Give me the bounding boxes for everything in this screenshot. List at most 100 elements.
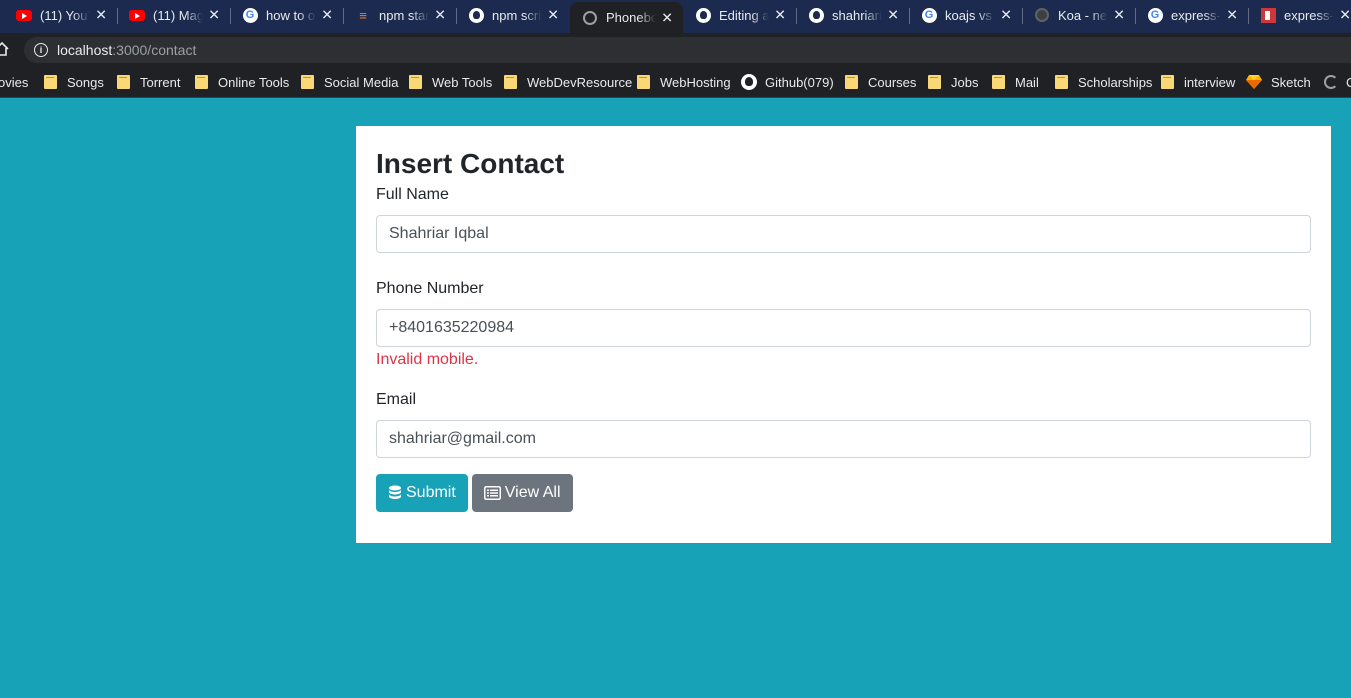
youtube-icon [129,7,145,23]
close-tab-icon[interactable]: ✕ [887,7,899,24]
bookmark-interview[interactable]: interview [1161,66,1236,97]
tab-stackoverflow[interactable]: ≡ npm start ✕ [343,0,456,30]
bookmark-label: Jobs [951,74,979,90]
tab-title: Editing a [719,7,769,23]
bookmark-web-tools[interactable]: Web Tools [409,66,493,97]
youtube-icon [16,7,32,23]
folder-icon [992,75,1005,89]
folder-icon [637,75,650,89]
stackoverflow-icon: ≡ [359,7,367,23]
close-tab-icon[interactable]: ✕ [95,7,107,24]
close-tab-icon[interactable]: ✕ [661,9,673,26]
url-host: localhost [57,42,113,58]
bookmark-label: Mail [1015,74,1039,90]
tab-title: Koa - new [1058,7,1108,23]
close-tab-icon[interactable]: ✕ [321,7,333,24]
close-tab-icon[interactable]: ✕ [208,7,220,24]
bookmark-partial[interactable]: C [1324,66,1351,97]
folder-icon [195,75,208,89]
folder-icon [928,75,941,89]
tab-phonebook-active[interactable]: Phonebook ✕ [570,2,683,33]
bookmark-sketch[interactable]: Sketch [1246,66,1311,97]
tab-title: shahriari [832,7,882,23]
bookmark-label: Social Media [324,74,399,90]
tab-youtube-1[interactable]: (11) YouTube ✕ [4,0,117,30]
email-group: Email [376,388,1311,458]
contact-form-card: Insert Contact Full Name Phone Number In… [356,126,1331,543]
google-icon: G [921,7,937,23]
bookmark-label: Songs [67,74,104,90]
close-tab-icon[interactable]: ✕ [1339,7,1351,24]
half-circle-icon [1324,75,1338,89]
bookmark-label: C [1346,75,1351,90]
tab-title: express-h [1171,7,1221,23]
tab-github-3[interactable]: shahriari ✕ [796,0,909,30]
npm-icon [1260,7,1276,23]
folder-icon [845,75,858,89]
bookmark-label: Torrent [140,74,181,90]
tab-title: express-h [1284,7,1334,23]
bookmark-label: WebDevResource [527,74,633,90]
submit-button[interactable]: Submit [376,474,468,512]
fullname-label: Full Name [376,186,449,203]
bookmarks-bar: ovies Songs Torrent Online Tools Social … [0,66,1351,98]
bookmark-mail[interactable]: Mail [992,66,1039,97]
tab-youtube-2[interactable]: (11) Magic ✕ [117,0,230,30]
close-tab-icon[interactable]: ✕ [434,7,446,24]
bookmark-label: Web Tools [432,74,493,90]
close-tab-icon[interactable]: ✕ [1113,7,1125,24]
folder-icon [117,75,130,89]
bookmark-label: Sketch [1271,74,1311,90]
bookmark-github[interactable]: Github(079) [741,66,834,97]
bookmark-scholarships[interactable]: Scholarships [1055,66,1153,97]
bookmark-label: Online Tools [218,74,290,90]
address-bar[interactable]: i localhost:3000/contact [24,37,1351,63]
close-tab-icon[interactable]: ✕ [547,7,559,24]
bookmark-label: Scholarships [1078,74,1153,90]
bookmark-social-media[interactable]: Social Media [301,66,399,97]
tab-title: npm start [379,7,429,23]
google-icon: G [1147,7,1163,23]
tab-title: (11) Magic [153,7,203,23]
bookmark-jobs[interactable]: Jobs [928,66,979,97]
bookmark-label: interview [1184,74,1236,90]
bookmark-webhosting[interactable]: WebHosting [637,66,731,97]
view-all-label: View All [504,484,561,501]
form-actions: Submit View All [376,474,1311,512]
tab-strip: (11) YouTube ✕ (11) Magic ✕ G how to o ✕… [0,0,1351,33]
tab-google-1[interactable]: G how to o ✕ [230,0,343,30]
bookmark-movies[interactable]: ovies [0,66,28,97]
tab-npm[interactable]: express-h ✕ [1248,0,1351,30]
globe-icon [582,10,598,26]
close-tab-icon[interactable]: ✕ [774,7,786,24]
folder-icon [301,75,314,89]
tab-google-3[interactable]: G express-h ✕ [1135,0,1248,30]
github-icon [468,7,484,23]
phone-input[interactable] [376,309,1311,347]
github-icon [808,7,824,23]
close-tab-icon[interactable]: ✕ [1000,7,1012,24]
view-all-button[interactable]: View All [471,474,573,512]
folder-icon [504,75,517,89]
bookmark-torrent[interactable]: Torrent [117,66,181,97]
sketch-icon [1246,75,1262,89]
info-icon[interactable]: i [34,43,48,57]
submit-label: Submit [406,484,456,501]
bookmark-courses[interactable]: Courses [845,66,916,97]
home-icon[interactable] [0,41,10,57]
tab-koa[interactable]: Koa - new ✕ [1022,0,1135,30]
tab-google-2[interactable]: G koajs vs e ✕ [909,0,1022,30]
bookmark-webdevresource[interactable]: WebDevResource [504,66,633,97]
bookmark-songs[interactable]: Songs [44,66,104,97]
close-tab-icon[interactable]: ✕ [1226,7,1238,24]
folder-icon [1161,75,1174,89]
tab-github-1[interactable]: npm script ✕ [456,0,569,30]
tab-title: Phonebook [606,10,656,25]
phone-group: Phone Number Invalid mobile. [376,277,1311,372]
email-input[interactable] [376,420,1311,458]
bookmark-label: WebHosting [660,74,731,90]
fullname-input[interactable] [376,215,1311,253]
globe-icon [1034,7,1050,23]
bookmark-online-tools[interactable]: Online Tools [195,66,290,97]
tab-github-2[interactable]: Editing a ✕ [683,0,796,30]
